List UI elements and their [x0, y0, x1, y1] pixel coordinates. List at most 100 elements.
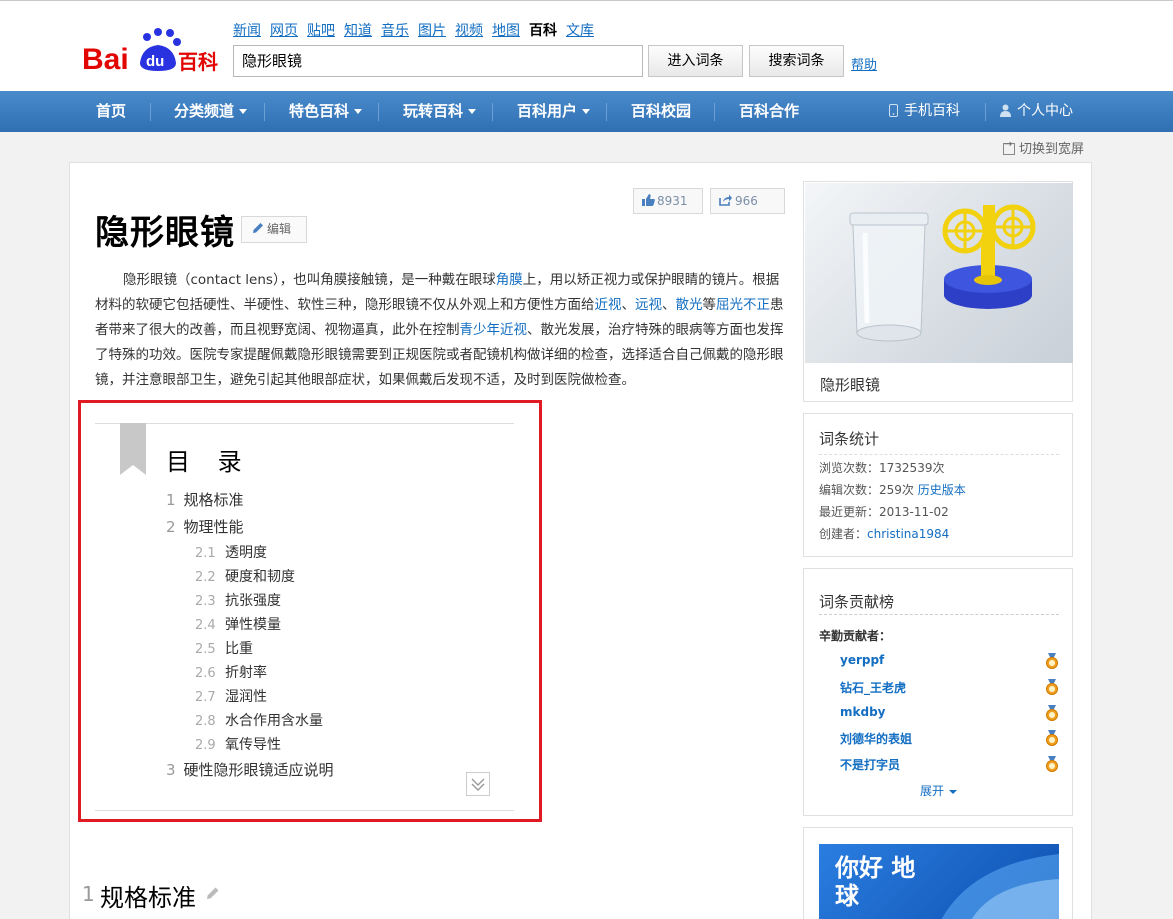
contributor-link[interactable]: 钻石_王老虎 — [840, 679, 906, 696]
toc-item-number: 2 — [166, 518, 176, 536]
toc-subitem[interactable]: 2.9 氧传导性 — [195, 734, 281, 754]
top-nav-zhidao[interactable]: 知道 — [344, 23, 372, 39]
contributor-link[interactable]: 刘德华的表姐 — [840, 730, 912, 747]
ad-card: 你好 地球 — [803, 827, 1073, 919]
toc-item-label: 透明度 — [225, 545, 267, 561]
toc-subitem[interactable]: 2.7 湿润性 — [195, 686, 267, 706]
toc-subitem[interactable]: 2.6 折射率 — [195, 662, 267, 682]
nav-cooperation[interactable]: 百科合作 — [739, 91, 799, 132]
contributors-card: 词条贡献榜 辛勤贡献者： yerppf 钻石_王老虎 mkdby 刘德华的表姐 … — [803, 568, 1073, 816]
summary-link[interactable]: 散光 — [676, 297, 703, 313]
toc-item-label: 湿润性 — [225, 689, 267, 705]
updated-label: 最近更新： — [819, 505, 880, 519]
summary-text: 隐形眼镜（contact lens），也叫角膜接触镜，是一种戴在眼球 — [123, 272, 496, 288]
summary-link[interactable]: 近视 — [595, 297, 622, 313]
contributor-link[interactable]: yerppf — [840, 653, 884, 667]
nav-divider — [264, 103, 265, 121]
summary-text: 等 — [702, 297, 717, 313]
toc-item-number: 2.3 — [195, 594, 216, 609]
toc-item-label: 氧传导性 — [225, 737, 281, 753]
toc-item-number: 2.1 — [195, 546, 216, 561]
baidu-baike-logo[interactable]: Bai du 百科 — [82, 27, 218, 76]
hello-earth-banner[interactable]: 你好 地球 — [819, 844, 1059, 919]
contributor-link[interactable]: mkdby — [840, 705, 886, 719]
svg-text:du: du — [146, 53, 164, 70]
nav-categories-label: 分类频道 — [174, 102, 235, 120]
toc-item-label: 物理性能 — [183, 518, 244, 536]
wide-screen-toggle[interactable]: 切换到宽屏 — [1003, 138, 1084, 157]
toc-item[interactable]: 3 硬性隐形眼镜适应说明 — [166, 759, 334, 780]
edit-button[interactable]: 编辑 — [241, 216, 307, 243]
nav-cooperation-label: 百科合作 — [739, 102, 800, 120]
nav-home[interactable]: 首页 — [96, 91, 126, 132]
summary-text: 、 — [662, 297, 676, 313]
nav-featured[interactable]: 特色百科 — [289, 91, 363, 132]
thumbs-up-icon — [642, 194, 655, 206]
toc-expand-button[interactable] — [466, 772, 490, 796]
toc-subitem[interactable]: 2.4 弹性模量 — [195, 614, 281, 634]
image-caption: 隐形眼镜 — [820, 376, 881, 394]
entry-stats-card: 词条统计 浏览次数：1732539次 编辑次数：259次 历史版本 最近更新：2… — [803, 413, 1073, 557]
toc-subitem[interactable]: 2.5 比重 — [195, 638, 253, 658]
views-label: 浏览次数： — [819, 461, 880, 475]
contributor-link[interactable]: 不是打字员 — [840, 756, 900, 773]
search-input[interactable]: 隐形眼镜 — [233, 45, 643, 77]
summary-link[interactable]: 远视 — [635, 297, 662, 313]
toc-item[interactable]: 1 规格标准 — [166, 489, 244, 510]
top-nav-music[interactable]: 音乐 — [381, 23, 409, 39]
toc-item-number: 2.9 — [195, 738, 216, 753]
expand-label: 展开 — [920, 784, 945, 798]
top-nav-news[interactable]: 新闻 — [233, 23, 261, 39]
divider — [819, 454, 1059, 455]
nav-users[interactable]: 百科用户 — [517, 91, 591, 132]
nav-categories[interactable]: 分类频道 — [174, 91, 248, 132]
search-entry-button[interactable]: 搜索词条 — [749, 45, 844, 77]
toc-subitem[interactable]: 2.8 水合作用含水量 — [195, 710, 323, 730]
summary-link[interactable]: 角膜 — [496, 272, 523, 288]
medal-icon — [1046, 653, 1058, 669]
like-button[interactable]: 8931 — [633, 188, 703, 214]
summary-link[interactable]: 屈光不正 — [716, 297, 770, 313]
summary-link[interactable]: 青少年近视 — [460, 322, 528, 338]
views-value: 1732539次 — [879, 461, 945, 475]
nav-mobile-baike[interactable]: 手机百科 — [889, 91, 960, 132]
phone-icon — [889, 104, 898, 117]
toc-subitem[interactable]: 2.1 透明度 — [195, 542, 267, 562]
creator-link[interactable]: christina1984 — [867, 527, 949, 541]
nav-personal-center[interactable]: 个人中心 — [1000, 91, 1073, 132]
toc-subitem[interactable]: 2.3 抗张强度 — [195, 590, 281, 610]
divider — [819, 614, 1059, 615]
toc-item-number: 2.4 — [195, 618, 216, 633]
nav-campus[interactable]: 百科校园 — [631, 91, 691, 132]
toc-item-number: 2.8 — [195, 714, 216, 729]
nav-play[interactable]: 玩转百科 — [403, 91, 477, 132]
toc-subitem[interactable]: 2.2 硬度和韧度 — [195, 566, 295, 586]
enter-entry-button[interactable]: 进入词条 — [648, 45, 743, 77]
caret-down-icon — [949, 789, 958, 794]
toc-item[interactable]: 2 物理性能 — [166, 516, 244, 537]
entry-image-card[interactable]: 隐形眼镜 — [803, 181, 1073, 402]
medal-icon — [1046, 730, 1058, 746]
top-nav-web[interactable]: 网页 — [270, 23, 298, 39]
creator-stat: 创建者：christina1984 — [819, 525, 949, 542]
history-link[interactable]: 历史版本 — [918, 483, 966, 497]
top-nav-map[interactable]: 地图 — [492, 23, 520, 39]
toc-item-label: 硬度和韧度 — [225, 569, 295, 585]
expand-contributors-button[interactable]: 展开 — [920, 782, 958, 799]
like-count: 8931 — [657, 194, 688, 208]
help-link[interactable]: 帮助 — [851, 54, 877, 73]
nav-play-label: 玩转百科 — [403, 102, 464, 120]
section-edit-button[interactable] — [206, 886, 220, 904]
share-button[interactable]: 966 — [710, 188, 785, 214]
toc-title: 目 录 — [166, 448, 252, 476]
top-nav-tieba[interactable]: 贴吧 — [307, 23, 335, 39]
share-count: 966 — [735, 194, 758, 208]
switch-icon — [1003, 139, 1015, 155]
summary-text: 、 — [621, 297, 636, 313]
contact-lens-case-image — [805, 183, 1073, 363]
toc-item-number: 2.6 — [195, 666, 216, 681]
top-nav-video[interactable]: 视频 — [455, 23, 483, 39]
top-nav-wenku[interactable]: 文库 — [566, 23, 594, 39]
pencil-icon — [207, 887, 219, 899]
top-nav-images[interactable]: 图片 — [418, 23, 446, 39]
